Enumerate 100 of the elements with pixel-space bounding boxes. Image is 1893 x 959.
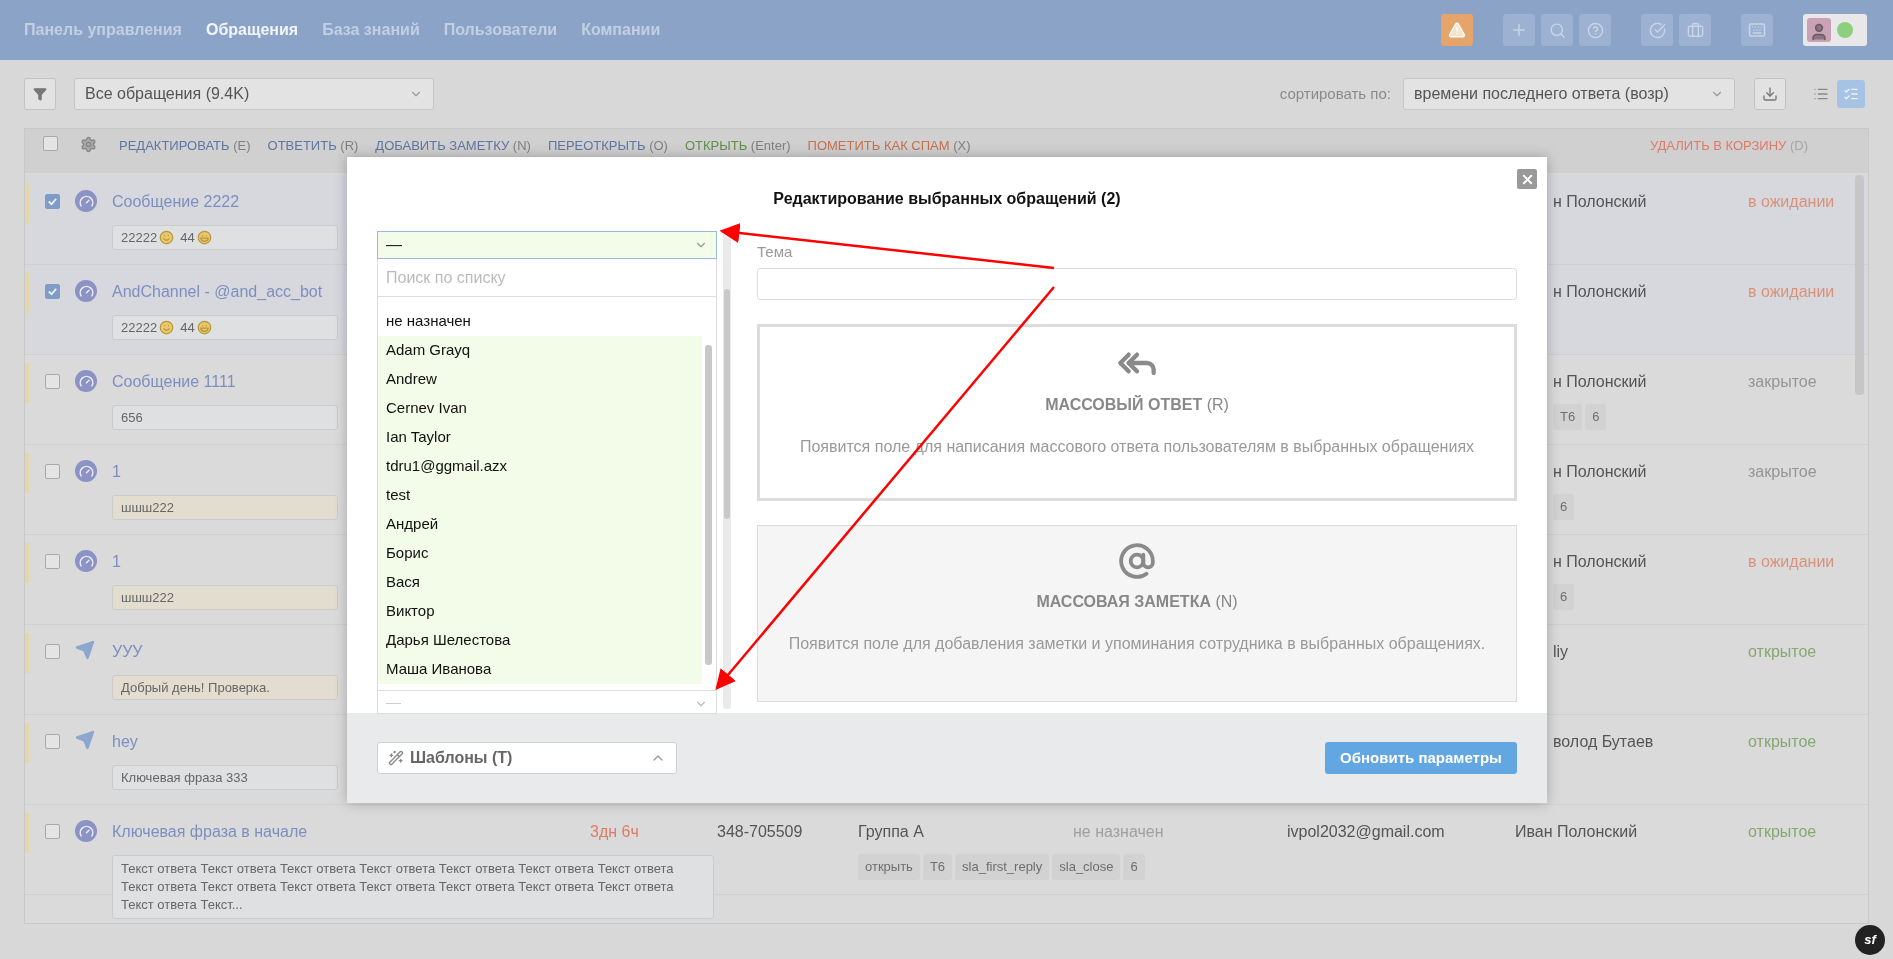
tag: 6 [1553, 584, 1575, 610]
phone-number: 348-705509 [717, 823, 803, 840]
warning-icon [1448, 21, 1466, 39]
message-preview: шшш222 [112, 585, 338, 610]
card-title: МАССОВЫЙ ОТВЕТ (R) [1045, 394, 1229, 415]
row-marker [25, 363, 29, 403]
row-checkbox[interactable] [44, 644, 60, 659]
assignee-option[interactable]: Andrew [378, 365, 702, 394]
briefcase-icon [1686, 21, 1704, 39]
gauge-icon [75, 550, 97, 572]
row-marker [25, 183, 29, 223]
row-checkbox[interactable] [44, 194, 60, 209]
assignee-name: волод Бутаев [1553, 732, 1655, 752]
row-checkbox[interactable] [43, 136, 58, 151]
assignee-name: н Полонский [1553, 552, 1648, 572]
add-button[interactable] [1503, 14, 1535, 46]
row-checkbox[interactable] [44, 374, 60, 389]
sort-select[interactable]: времени последнего ответа (возр) [1403, 78, 1735, 110]
gauge-icon [75, 190, 97, 212]
tag: 6 [1123, 854, 1145, 880]
filter-button[interactable] [24, 78, 56, 110]
assignee-option[interactable]: Виктор [378, 597, 702, 626]
bulk-action-link[interactable]: ОТВЕТИТЬ (R) [267, 136, 359, 156]
templates-button[interactable]: Шаблоны (T) [377, 742, 677, 774]
row-checkbox[interactable] [44, 734, 60, 749]
assignee-name: н Полонский [1553, 462, 1648, 482]
message-preview: Ключевая фраза 333 [112, 765, 338, 790]
tag: Т6 [1553, 404, 1583, 430]
row-checkbox[interactable] [44, 824, 60, 839]
row-checkbox[interactable] [44, 284, 60, 299]
time-ago: 3дн 6ч [590, 823, 639, 840]
update-settings-button[interactable]: Обновить параметры [1325, 742, 1517, 774]
check-button[interactable] [1641, 14, 1673, 46]
nav-link[interactable]: Обращения [205, 18, 299, 42]
tag: открыть [858, 854, 920, 880]
smiley-icon [159, 320, 175, 335]
bulk-action-link[interactable]: ПОМЕТИТЬ КАК СПАМ (X) [807, 136, 971, 156]
assignee-option[interactable]: Андрей [378, 510, 702, 539]
plus-icon [1510, 21, 1528, 39]
group-name: Группа А [858, 822, 925, 842]
gauge-icon [75, 460, 97, 482]
grin-icon [196, 320, 212, 335]
status-label: закрытое [1748, 463, 1817, 480]
tag: sla_close [1052, 854, 1121, 880]
subject-input[interactable] [757, 267, 1517, 300]
briefcase-button[interactable] [1679, 14, 1711, 46]
ticket-filter-select[interactable]: Все обращения (9.4K) [74, 78, 434, 110]
bulk-action-link[interactable]: ДОБАВИТЬ ЗАМЕТКУ (N) [375, 136, 531, 156]
row-marker [25, 633, 29, 673]
help-button[interactable] [1579, 14, 1611, 46]
row-marker [25, 543, 29, 583]
bulk-action-link[interactable]: РЕДАКТИРОВАТЬ (E) [119, 136, 251, 156]
download-icon [1762, 86, 1778, 102]
assignee-option[interactable]: Борис [378, 539, 702, 568]
warning-button[interactable] [1441, 14, 1473, 46]
list-icon [1813, 86, 1829, 102]
profile-button[interactable] [1803, 14, 1867, 46]
assignee-option[interactable]: Cernev Ivan [378, 394, 702, 423]
status-label: открытое [1748, 823, 1817, 840]
message-preview: 22222 44 [112, 225, 338, 250]
status-label: открытое [1748, 733, 1817, 750]
smiley-icon [159, 230, 175, 245]
assignee-select[interactable]: — [377, 231, 717, 259]
email-address: ivpol2032@gmail.com [1287, 823, 1445, 840]
paper-plane-icon [75, 730, 95, 750]
action-card[interactable]: МАССОВАЯ ЗАМЕТКА (N) Появится поле для добавления заметки и упоминания сотрудника в выбранных обращениях. [757, 524, 1517, 702]
assignee-option[interactable]: Вася [378, 568, 702, 597]
filter-icon [33, 87, 47, 101]
view-toggle[interactable] [1837, 80, 1865, 108]
subject-label: Тема [757, 242, 794, 262]
card-description: Появится поле для добавления заметки и упоминания сотрудника в выбранных обращениях. [788, 633, 1486, 654]
assignee-option[interactable]: Маша Иванова [378, 655, 702, 684]
check-circle-icon [1648, 21, 1666, 39]
message-preview: Текст ответа Текст ответа Текст ответа Текст ответа Текст ответа Текст ответа Текст ответа Текст ответа Текст ответа Текст ответа Текст ответа Текст ответа Текст ответа Текст ответа Текст ответа Текст... [112, 855, 714, 919]
grin-icon [196, 230, 212, 245]
row-checkbox[interactable] [44, 464, 60, 479]
assignee-option[interactable]: Дарья Шелестова [378, 626, 702, 655]
keyboard-button[interactable] [1741, 14, 1773, 46]
assignee-name: н Полонский [1553, 372, 1648, 392]
tag: 6 [1553, 494, 1575, 520]
status-label: в ожидании [1748, 553, 1835, 570]
search-button[interactable] [1541, 14, 1573, 46]
assignee-option[interactable]: Adam Grayq [378, 336, 702, 365]
assignee-option[interactable]: test [378, 481, 702, 510]
tag: Т6 [922, 854, 953, 880]
dialog-title: Редактирование выбранных обращений (2) [773, 189, 1121, 209]
message-preview: Добрый день! Проверка. [112, 675, 338, 700]
message-preview: шшш222 [112, 495, 338, 520]
sort-label: сортировать по: [1279, 83, 1391, 104]
close-button[interactable] [1517, 169, 1537, 189]
debug-toolbar-badge[interactable]: sf [1855, 925, 1885, 955]
ticket-title[interactable]: Ключевая фраза в начале [112, 820, 590, 844]
assignee-option[interactable]: tdru1@ggmail.azx [378, 452, 702, 481]
row-checkbox[interactable] [44, 554, 60, 569]
bulk-action-link[interactable]: ОТКРЫТЬ (Enter) [684, 136, 791, 156]
bulk-action-link[interactable]: ПЕРЕОТКРЫТЬ (O) [547, 136, 668, 156]
settings-icon[interactable] [80, 136, 97, 153]
assignee-option[interactable]: Ian Taylor [378, 423, 702, 452]
download-button[interactable] [1754, 78, 1786, 110]
list-search-field[interactable]: Поиск по списку [377, 259, 717, 297]
